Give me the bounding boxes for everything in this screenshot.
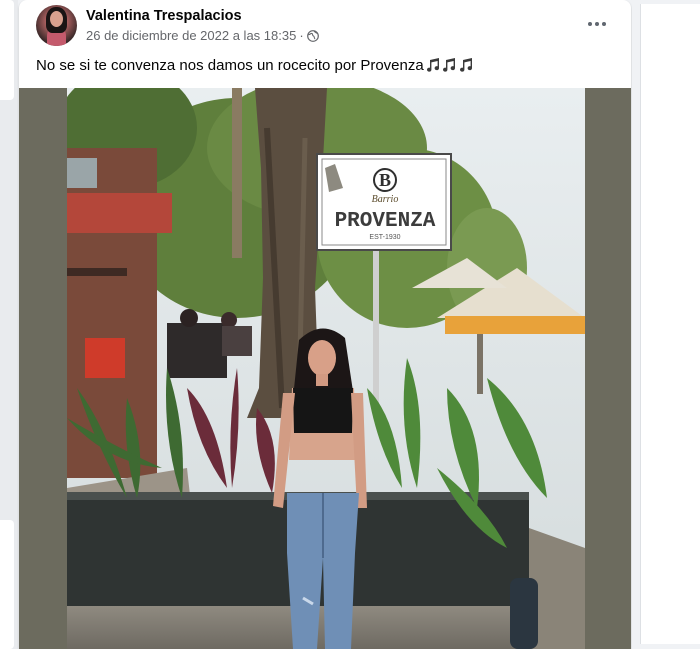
sign-top-text: Barrio <box>372 194 399 205</box>
right-panel-edge <box>632 0 700 649</box>
dot <box>588 22 592 26</box>
post-photo[interactable]: B Barrio PROVENZA EST-1930 <box>19 88 631 649</box>
meta-separator: · <box>299 28 304 43</box>
author-avatar[interactable] <box>36 5 77 46</box>
sign-name: PROVENZA <box>335 210 436 233</box>
post-meta: 26 de diciembre de 2022 a las 18:35 · <box>86 28 319 45</box>
right-card-fragment <box>640 4 700 644</box>
caption-text: No se si te convenza nos damos un roceci… <box>36 57 424 74</box>
post-timestamp[interactable]: 26 de diciembre de 2022 a las 18:35 <box>86 28 296 43</box>
dot <box>602 22 606 26</box>
post-caption: No se si te convenza nos damos un roceci… <box>36 57 479 77</box>
left-panel-edge <box>0 0 18 649</box>
more-options-button[interactable] <box>581 10 613 38</box>
left-card-fragment <box>0 0 14 100</box>
sign-est: EST-1930 <box>369 234 400 241</box>
post-header: Valentina Trespalacios 26 de diciembre d… <box>19 0 631 52</box>
left-card-fragment <box>0 520 14 649</box>
dot <box>595 22 599 26</box>
author-name[interactable]: Valentina Trespalacios <box>86 8 242 24</box>
photo-image: B Barrio PROVENZA EST-1930 <box>67 88 585 649</box>
globe-icon[interactable] <box>306 30 319 45</box>
facebook-post: Valentina Trespalacios 26 de diciembre d… <box>19 0 631 649</box>
musical-notes-icon <box>426 57 479 77</box>
sign-logo-letter: B <box>379 170 391 190</box>
